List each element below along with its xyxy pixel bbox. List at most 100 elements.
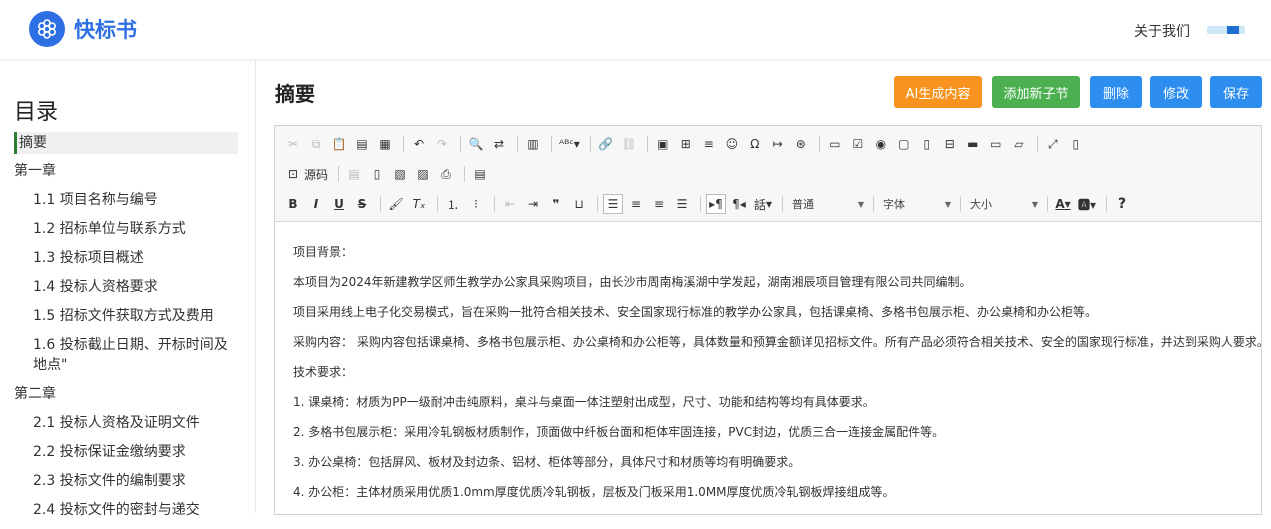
copy-icon[interactable]: ⧉ xyxy=(306,134,326,154)
hidden-field-icon[interactable]: ▱ xyxy=(1009,134,1029,154)
image-icon[interactable]: ▣ xyxy=(653,134,673,154)
toolbar-separator xyxy=(380,196,381,212)
select-field-icon[interactable]: ⊟ xyxy=(940,134,960,154)
toolbar-separator xyxy=(646,136,648,152)
editor-content[interactable]: 项目背景： 本项目为2024年新建教学区师生教学办公家具采购项目，由长沙市周南梅溪… xyxy=(293,244,1269,514)
blockquote-icon[interactable]: ❞ xyxy=(546,194,566,214)
list-style-dropdown[interactable]: 話 ▾ xyxy=(752,194,774,214)
toggle-knob xyxy=(1227,26,1239,34)
toc-item[interactable]: 1.3 投标项目概述 xyxy=(14,248,238,268)
format-select[interactable]: 普通 ▼ xyxy=(788,194,868,214)
export-pdf-icon[interactable]: ▧ xyxy=(390,164,410,184)
toc-item[interactable]: 1.1 项目名称与编号 xyxy=(14,190,238,210)
toc-chapter[interactable]: 第一章 xyxy=(14,161,238,181)
indent-icon[interactable]: ⇥ xyxy=(523,194,543,214)
content-paragraph: 1. 课桌椅：材质为PP一级耐冲击纯原料，桌斗与桌面一体注塑射出成型，尺寸、功能… xyxy=(293,395,875,409)
button-field-icon[interactable]: ▬ xyxy=(963,134,983,154)
paste-word-icon[interactable]: ▦ xyxy=(375,134,395,154)
toc-item[interactable]: 2.4 投标文件的密封与递交 xyxy=(14,500,238,520)
maximize-icon[interactable]: ⤢ xyxy=(1043,134,1063,154)
toc-item[interactable]: 1.6 投标截止日期、开标时间及地点" xyxy=(14,335,238,375)
toolbar-row-2: ⊡ 源码 ▤ ▯ ▧ ▨ ⎙ ▤ xyxy=(283,162,493,186)
ai-generate-button[interactable]: AI生成内容 xyxy=(894,76,982,108)
link-icon[interactable]: 🔗 xyxy=(596,134,616,154)
unlink-icon[interactable]: ⛓ xyxy=(619,134,639,154)
page-break-icon[interactable]: ↦ xyxy=(768,134,788,154)
bulleted-list-icon[interactable]: ⁝ xyxy=(466,194,486,214)
templates-icon[interactable]: ▤ xyxy=(470,164,490,184)
delete-button[interactable]: 删除 xyxy=(1090,76,1142,108)
radio-icon[interactable]: ◉ xyxy=(871,134,891,154)
edit-button[interactable]: 修改 xyxy=(1150,76,1202,108)
theme-toggle[interactable] xyxy=(1207,26,1245,34)
outdent-icon[interactable]: ⇤ xyxy=(500,194,520,214)
align-justify-icon[interactable]: ☰ xyxy=(672,194,692,214)
new-page-icon[interactable]: ▯ xyxy=(367,164,387,184)
form-icon[interactable]: ▭ xyxy=(825,134,845,154)
cut-icon[interactable]: ✂ xyxy=(283,134,303,154)
paste-icon[interactable]: 📋 xyxy=(329,134,349,154)
textfield-icon[interactable]: ▢ xyxy=(894,134,914,154)
bold-icon[interactable]: B xyxy=(283,194,303,214)
italic-icon[interactable]: I xyxy=(306,194,326,214)
select-all-icon[interactable]: ▥ xyxy=(523,134,543,154)
toolbar-separator xyxy=(494,196,495,212)
align-left-icon[interactable]: ☰ xyxy=(603,194,623,214)
chevron-down-icon: ▼ xyxy=(944,199,952,209)
ltr-icon[interactable]: ▸¶ xyxy=(706,194,726,214)
iframe-icon[interactable]: ⊛ xyxy=(791,134,811,154)
preview-icon[interactable]: ▨ xyxy=(413,164,433,184)
brand-logo-icon[interactable] xyxy=(29,11,65,47)
toc-item[interactable]: 1.2 招标单位与联系方式 xyxy=(14,219,238,239)
rtl-icon[interactable]: ¶◂ xyxy=(729,194,749,214)
align-right-icon[interactable]: ≡ xyxy=(649,194,669,214)
toc-item[interactable]: 1.4 投标人资格要求 xyxy=(14,277,238,297)
create-div-icon[interactable]: ⊔ xyxy=(569,194,589,214)
toc-title: 目录 xyxy=(14,100,59,125)
remove-format-icon[interactable]: Tₓ xyxy=(409,194,429,214)
source-icon[interactable]: ⊡ xyxy=(283,164,303,184)
copy-format-icon[interactable]: 🖌 xyxy=(386,194,406,214)
print-icon[interactable]: ⎙ xyxy=(436,164,456,184)
horizontal-line-icon[interactable]: ≡ xyxy=(699,134,719,154)
spellcheck-icon[interactable]: ᴬᴮᶜ▾ xyxy=(557,134,582,154)
toolbar-separator xyxy=(873,196,875,212)
textarea-icon[interactable]: ▯ xyxy=(917,134,937,154)
background-color-icon[interactable]: 🅰▾ xyxy=(1076,194,1098,214)
emoji-icon[interactable]: ☺ xyxy=(722,134,742,154)
toc-item[interactable]: 2.2 投标保证金缴纳要求 xyxy=(14,442,238,462)
toolbar-separator xyxy=(589,136,591,152)
table-icon[interactable]: ⊞ xyxy=(676,134,696,154)
about-us-link[interactable]: 关于我们 xyxy=(1134,21,1190,41)
underline-icon[interactable]: U xyxy=(329,194,349,214)
toc-chapter[interactable]: 第二章 xyxy=(14,384,238,404)
save-button[interactable]: 保存 xyxy=(1210,76,1262,108)
toolbar-separator xyxy=(597,196,598,212)
undo-icon[interactable]: ↶ xyxy=(409,134,429,154)
size-select[interactable]: 大小 ▼ xyxy=(966,194,1042,214)
checkbox-icon[interactable]: ☑ xyxy=(848,134,868,154)
brand-name[interactable]: 快标书 xyxy=(74,14,137,44)
content-paragraph: 2. 多格书包展示柜：采用冷轧钢板材质制作，顶面做中纤板台面和柜体牢固连接，PV… xyxy=(293,425,945,439)
replace-icon[interactable]: ⇄ xyxy=(489,134,509,154)
toolbar-separator xyxy=(437,196,438,212)
toc-item[interactable]: 摘要 xyxy=(14,132,238,154)
image-button-icon[interactable]: ▭ xyxy=(986,134,1006,154)
toc-item[interactable]: 2.1 投标人资格及证明文件 xyxy=(14,413,238,433)
source-button-label[interactable]: 源码 xyxy=(302,164,330,184)
numbered-list-icon[interactable]: ⒈ xyxy=(443,194,463,214)
help-icon[interactable]: ? xyxy=(1112,194,1132,214)
special-char-icon[interactable]: Ω xyxy=(745,134,765,154)
add-subsection-button[interactable]: 添加新子节 xyxy=(992,76,1080,108)
align-center-icon[interactable]: ≡ xyxy=(626,194,646,214)
toc-item[interactable]: 2.3 投标文件的编制要求 xyxy=(14,471,238,491)
text-color-icon[interactable]: A▾ xyxy=(1053,194,1073,214)
save-doc-icon[interactable]: ▤ xyxy=(344,164,364,184)
strikethrough-icon[interactable]: S xyxy=(352,194,372,214)
redo-icon[interactable]: ↷ xyxy=(432,134,452,154)
show-blocks-icon[interactable]: ▯ xyxy=(1066,134,1086,154)
font-select[interactable]: 字体 ▼ xyxy=(879,194,955,214)
find-icon[interactable]: 🔍 xyxy=(466,134,486,154)
paste-text-icon[interactable]: ▤ xyxy=(352,134,372,154)
toc-item[interactable]: 1.5 招标文件获取方式及费用 xyxy=(14,306,238,326)
